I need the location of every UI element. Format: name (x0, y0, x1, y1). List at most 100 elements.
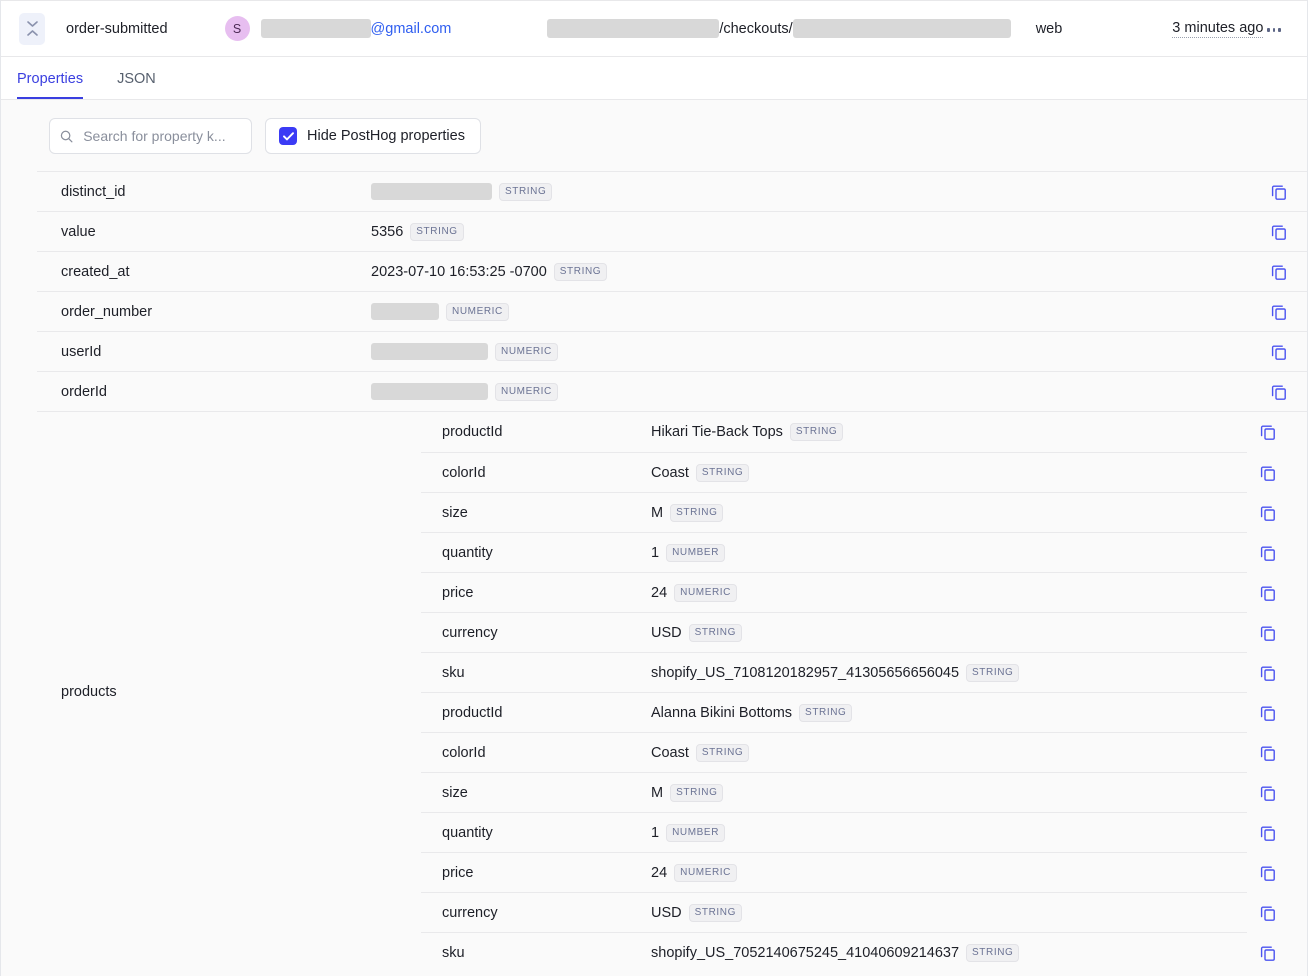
copy-property-button[interactable] (1258, 583, 1278, 603)
event-header-row: order-submitted S @gmail.com /checkouts/… (1, 0, 1307, 57)
copy-property-button[interactable] (1258, 823, 1278, 843)
copy-icon (1260, 505, 1276, 521)
property-type-badge: STRING (410, 223, 463, 241)
property-value: 24NUMERIC (651, 864, 1247, 882)
property-value: 5356STRING (371, 223, 1307, 241)
nested-property-key: quantity (421, 545, 651, 561)
property-value-text: 2023-07-10 16:53:25 -0700 (371, 264, 547, 280)
property-value: Alanna Bikini BottomsSTRING (651, 704, 1247, 722)
property-value: 24 NUMERIC (651, 584, 1247, 602)
property-row: created_at2023-07-10 16:53:25 -0700 STRIN… (37, 251, 1307, 291)
hide-posthog-label: Hide PostHog properties (307, 128, 465, 144)
copy-property-button[interactable] (1258, 422, 1278, 442)
copy-icon (1271, 384, 1287, 400)
copy-icon (1260, 785, 1276, 801)
property-value-text: USD (651, 905, 682, 921)
property-value: USDSTRING (651, 624, 1247, 642)
property-type-badge: STRING (966, 664, 1019, 682)
property-type-badge: STRING (554, 263, 607, 281)
copy-icon (1271, 264, 1287, 280)
property-value: 2023-07-10 16:53:25 -0700 STRING (371, 263, 1307, 281)
copy-property-button[interactable] (1269, 342, 1289, 362)
copy-icon (1260, 665, 1276, 681)
property-value-text: 1 (651, 825, 659, 841)
property-key: userId (37, 344, 371, 360)
copy-property-button[interactable] (1258, 903, 1278, 923)
avatar: S (225, 16, 250, 41)
property-value-text: Alanna Bikini Bottoms (651, 705, 792, 721)
property-type-badge: STRING (689, 624, 742, 642)
nested-property-key: quantity (421, 825, 651, 841)
copy-icon (1260, 465, 1276, 481)
property-type-badge: NUMERIC (446, 303, 509, 321)
property-value-text: 24 (651, 865, 667, 881)
copy-icon (1260, 745, 1276, 761)
hide-posthog-checkbox[interactable] (279, 127, 297, 145)
tab-json[interactable]: JSON (117, 71, 156, 99)
property-value-text: M (651, 785, 663, 801)
copy-property-button[interactable] (1269, 262, 1289, 282)
event-timestamp[interactable]: 3 minutes ago (1172, 20, 1263, 38)
nested-property-row: colorIdCoastSTRING (421, 452, 1247, 492)
copy-property-button[interactable] (1258, 463, 1278, 483)
copy-icon (1260, 865, 1276, 881)
hide-posthog-properties-toggle[interactable]: Hide PostHog properties (265, 118, 481, 154)
redacted-value (371, 383, 488, 400)
copy-property-button[interactable] (1258, 703, 1278, 723)
dot-1 (1267, 28, 1270, 32)
dot-2 (1273, 28, 1276, 32)
chevron-up-icon (27, 30, 38, 36)
nested-property-key: sku (421, 665, 651, 681)
nested-property-key: currency (421, 625, 651, 641)
dot-3 (1278, 28, 1281, 32)
property-key: created_at (37, 264, 371, 280)
property-value-text: shopify_US_7108120182957_41305656656045 (651, 665, 959, 681)
event-library: web (1036, 21, 1063, 37)
copy-property-button[interactable] (1258, 743, 1278, 763)
copy-property-button[interactable] (1269, 382, 1289, 402)
search-icon (60, 129, 73, 144)
copy-property-button[interactable] (1269, 222, 1289, 242)
copy-property-button[interactable] (1258, 503, 1278, 523)
filter-toolbar: Hide PostHog properties (1, 100, 1307, 171)
property-value-text: 1 (651, 545, 659, 561)
search-property-box[interactable] (49, 118, 252, 154)
property-type-badge: STRING (670, 504, 723, 522)
property-value-text: Coast (651, 465, 689, 481)
property-row: order_numberNUMERIC (37, 291, 1307, 331)
property-value-text: Coast (651, 745, 689, 761)
property-group-products: productsproductIdHikari Tie-Back TopsSTR… (37, 411, 1307, 972)
property-value-text: M (651, 505, 663, 521)
property-type-badge: NUMERIC (674, 584, 737, 602)
property-type-badge: NUMERIC (495, 383, 558, 401)
nested-property-row: skushopify_US_7052140675245_410406092146… (421, 932, 1247, 972)
copy-icon (1260, 905, 1276, 921)
copy-icon (1260, 585, 1276, 601)
copy-property-button[interactable] (1258, 543, 1278, 563)
tab-properties[interactable]: Properties (17, 71, 83, 99)
search-input[interactable] (81, 127, 241, 145)
property-type-badge: STRING (696, 744, 749, 762)
copy-property-button[interactable] (1258, 663, 1278, 683)
copy-property-button[interactable] (1269, 182, 1289, 202)
redacted-url-suffix (793, 19, 1011, 38)
copy-property-button[interactable] (1258, 863, 1278, 883)
collapse-chevrons-icon[interactable] (19, 13, 45, 45)
property-type-badge: STRING (696, 464, 749, 482)
property-value-text: 24 (651, 585, 667, 601)
ellipsis-icon[interactable] (1261, 18, 1287, 42)
property-value: Coast STRING (651, 744, 1247, 762)
nested-property-key: productId (421, 424, 651, 440)
copy-property-button[interactable] (1258, 623, 1278, 643)
nested-property-key: size (421, 785, 651, 801)
tab-bar: Properties JSON (1, 57, 1307, 100)
property-value: MSTRING (651, 784, 1247, 802)
property-key: orderId (37, 384, 371, 400)
copy-icon (1260, 545, 1276, 561)
copy-property-button[interactable] (1258, 943, 1278, 963)
copy-property-button[interactable] (1269, 302, 1289, 322)
copy-property-button[interactable] (1258, 783, 1278, 803)
property-value: M STRING (651, 504, 1247, 522)
property-row: orderId NUMERIC (37, 371, 1307, 411)
person-cell[interactable]: S @gmail.com (225, 16, 452, 41)
